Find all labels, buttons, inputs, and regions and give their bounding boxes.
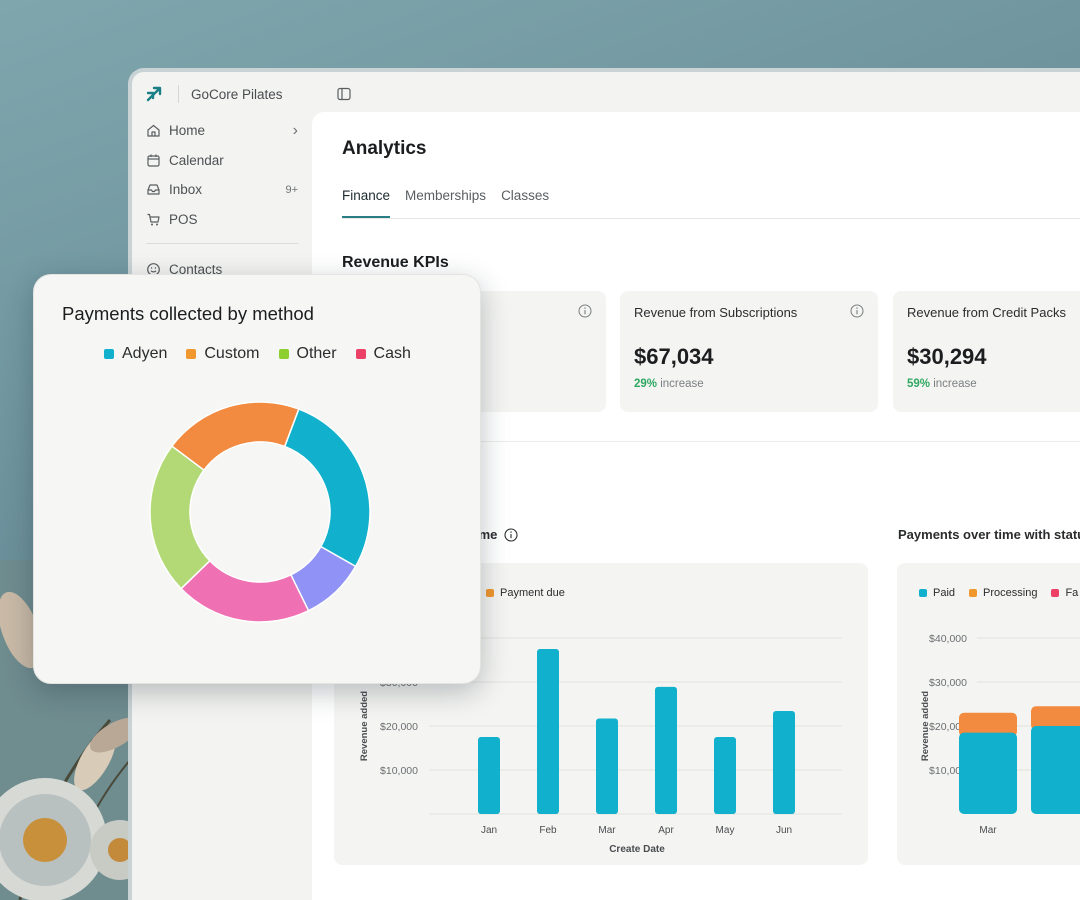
tab-classes[interactable]: Classes xyxy=(501,186,549,218)
chart-title: Payments over time with statu xyxy=(898,527,1080,542)
x-axis-label: Create Date xyxy=(609,844,665,855)
kpi-value: $67,034 xyxy=(634,344,714,369)
bar[interactable] xyxy=(714,737,736,814)
sidebar-item-label: Calendar xyxy=(169,152,224,168)
x-tick-label: Apr xyxy=(658,825,674,836)
y-tick-label: $30,000 xyxy=(929,677,967,689)
tab-finance[interactable]: Finance xyxy=(342,186,391,218)
inbox-count-badge: 9+ xyxy=(285,183,298,196)
sidebar-item-home[interactable]: Home › xyxy=(142,116,302,146)
tab-memberships[interactable]: Memberships xyxy=(405,186,486,218)
kpi-title: Revenue from Credit Packs xyxy=(907,305,1066,320)
sidebar-item-calendar[interactable]: Calendar xyxy=(142,146,302,176)
bar[interactable] xyxy=(478,737,500,814)
kpi-change: 59% increase xyxy=(907,378,1080,390)
x-tick-label: Jan xyxy=(481,825,497,836)
donut-slice[interactable] xyxy=(170,401,300,472)
page-title: Analytics xyxy=(342,138,427,159)
x-tick-label: May xyxy=(716,825,735,836)
topbar-divider xyxy=(178,85,179,103)
bar[interactable] xyxy=(537,649,559,814)
inbox-icon xyxy=(147,184,160,195)
bar-segment-paid[interactable] xyxy=(1031,726,1080,814)
donut-chart xyxy=(149,401,371,623)
sidebar-item-label: Home xyxy=(169,123,206,139)
sidebar-item-label: Inbox xyxy=(169,182,203,198)
kpi-change-percent: 59% xyxy=(907,378,931,390)
info-icon[interactable] xyxy=(850,304,864,318)
sidebar-item-label: POS xyxy=(169,211,198,227)
x-tick-label: Feb xyxy=(539,825,557,836)
x-tick-label: Mar xyxy=(979,825,997,836)
y-tick-label: $40,000 xyxy=(929,633,967,645)
bar[interactable] xyxy=(773,711,795,814)
y-tick-label: $20,000 xyxy=(380,721,418,733)
y-tick-label: $10,000 xyxy=(380,765,418,777)
bar[interactable] xyxy=(596,718,618,814)
app-name: GoCore Pilates xyxy=(191,86,283,102)
sidebar-item-inbox[interactable]: Inbox 9+ xyxy=(142,175,302,205)
chevron-right-icon: › xyxy=(292,121,298,139)
info-icon[interactable] xyxy=(504,527,518,542)
kpi-change: 29% increase xyxy=(634,378,864,390)
donut-slice[interactable] xyxy=(283,408,371,568)
y-axis-label: Revenue added xyxy=(920,691,931,761)
bar[interactable] xyxy=(655,686,677,814)
sidebar-divider xyxy=(146,243,298,244)
tab-bar: Finance Memberships Classes xyxy=(342,186,1080,219)
info-icon[interactable] xyxy=(578,304,592,318)
home-icon xyxy=(147,125,160,137)
kpi-card-credit-packs: Revenue from Credit Packs $30,294 59% in… xyxy=(893,291,1080,412)
bar-segment-paid[interactable] xyxy=(959,732,1017,814)
status-bar-chart: $10,000$20,000$30,000$40,000Revenue adde… xyxy=(920,633,1080,836)
calendar-icon xyxy=(147,154,160,167)
status-chart-panel: Paid Processing Fa $10,000 $20,000 $30,000… xyxy=(897,563,1080,865)
kpi-change-label: increase xyxy=(660,378,704,390)
kpi-value: $30,294 xyxy=(907,344,987,369)
kpi-card-subscriptions: Revenue from Subscriptions $67,034 29% i… xyxy=(620,291,878,412)
payments-by-method-card: Payments collected by method Adyen Custo… xyxy=(33,274,481,684)
top-bar: GoCore Pilates xyxy=(132,72,1080,116)
y-axis-label: Revenue added xyxy=(359,691,370,761)
logo-icon xyxy=(144,84,164,104)
kpi-change-label: increase xyxy=(933,378,977,390)
kpi-title: Revenue from Subscriptions xyxy=(634,305,798,320)
sidebar-toggle-icon[interactable] xyxy=(336,87,351,101)
x-tick-label: Mar xyxy=(598,825,616,836)
cart-icon xyxy=(147,213,160,226)
kpi-change-percent: 29% xyxy=(634,378,658,390)
sidebar-item-pos[interactable]: POS xyxy=(142,205,302,235)
x-tick-label: Jun xyxy=(776,825,792,836)
section-title: Revenue KPIs xyxy=(342,254,449,271)
